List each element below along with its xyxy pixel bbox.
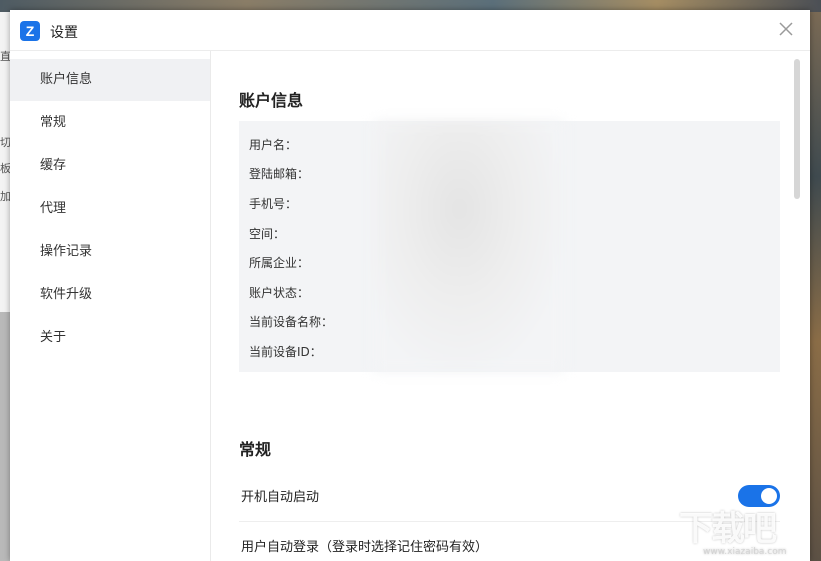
sidebar-item-proxy[interactable]: 代理 [10,188,210,230]
sidebar-item-account[interactable]: 账户信息 [10,59,210,101]
background-panel [0,312,10,561]
app-logo-icon: Z [20,21,40,41]
account-info-panel: 用户名： 登陆邮箱： 手机号： 空间： 所属企业： 账户状态： 当前设备名称： … [239,121,780,372]
field-device-name-label: 当前设备名称： [249,315,334,329]
settings-window: Z 设置 账户信息 常规 缓存 代理 操作记录 软件升级 关于 账户信息 用户名… [10,10,810,561]
field-account-status-label: 账户状态： [249,286,310,300]
account-section-title: 账户信息 [239,91,304,110]
sidebar-item-operation-log[interactable]: 操作记录 [10,231,210,273]
redacted-values [374,121,564,372]
sidebar-item-cache[interactable]: 缓存 [10,145,210,187]
close-button[interactable] [776,19,796,39]
watermark-text: 下载吧 [679,509,777,549]
watermark-logo: 下载吧 www.xiazaiba.com [679,501,819,557]
background-text: 板 [0,162,10,175]
watermark-url: www.xiazaiba.com [703,547,787,557]
field-username-label: 用户名： [249,138,298,152]
field-email-label: 登陆邮箱： [249,167,310,181]
autologin-label: 用户自动登录（登录时选择记住密码有效） [241,540,489,555]
settings-content: 账户信息 用户名： 登陆邮箱： 手机号： 空间： 所属企业： 账户状态： 当前设… [211,51,810,561]
field-device-id-label: 当前设备ID： [249,345,322,359]
background-text: 直 [0,50,10,63]
general-section-title: 常规 [239,440,272,459]
window-title: 设置 [50,25,78,41]
sidebar-item-about[interactable]: 关于 [10,317,210,359]
background-text: 加 [0,190,10,203]
field-space-label: 空间： [249,227,286,241]
close-icon [779,22,793,36]
autostart-label: 开机自动启动 [241,490,320,505]
settings-sidebar: 账户信息 常规 缓存 代理 操作记录 软件升级 关于 [10,51,211,561]
field-phone-label: 手机号： [249,197,298,211]
title-bar: Z 设置 [10,10,810,51]
sidebar-item-software-upgrade[interactable]: 软件升级 [10,274,210,316]
background-text: 切 [0,136,10,149]
content-scrollbar[interactable] [794,59,800,199]
desktop-background-right [810,12,821,561]
sidebar-item-general[interactable]: 常规 [10,102,210,144]
field-company-label: 所属企业： [249,256,310,270]
